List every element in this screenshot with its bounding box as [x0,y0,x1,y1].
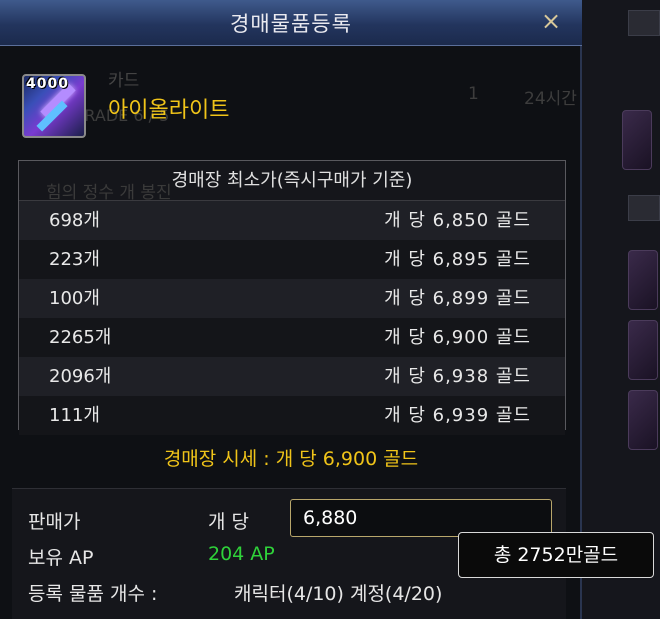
row-count: 2096개 [49,366,112,387]
background-item-name: 카드 [108,71,140,91]
ap-value: 204 AP [208,543,275,565]
background-tab [628,10,660,36]
item-icon: 4000 [22,74,86,138]
background-item-qty: 1 [468,84,479,104]
sale-price-label: 판매가 [28,511,81,533]
row-count: 223개 [49,249,100,270]
background-item-slot [628,390,658,450]
background-item-time: 24시간 [524,89,577,109]
row-price: 개 당 6,899 골드 [384,288,531,309]
row-price: 개 당 6,939 골드 [384,405,531,426]
item-header: 카드 GRADE 6 / 5 1 24시간 4000 아이올라이트 [12,62,577,152]
background-item-slot [622,110,652,170]
table-row: 100개 개 당 6,899 골드 [19,279,565,318]
background-item-name-2: 힘의 정수 개 봉진 [46,183,172,203]
register-count-label: 등록 물품 개수 : [28,583,158,605]
register-count-value: 캐릭터(4/10) 계정(4/20) [234,583,443,605]
auction-register-dialog: 경매물품등록 × 카드 GRADE 6 / 5 1 24시간 4000 아이올라… [0,0,582,619]
row-price: 개 당 6,895 골드 [384,249,531,270]
close-icon[interactable]: × [536,6,566,36]
row-count: 100개 [49,288,100,309]
row-price: 개 당 6,850 골드 [384,210,531,231]
background-item-slot [628,320,658,380]
price-table-body: 698개 개 당 6,850 골드 223개 개 당 6,895 골드 100개… [19,201,565,435]
row-price: 개 당 6,900 골드 [384,327,531,348]
background-tab [628,195,660,221]
table-row: 2265개 개 당 6,900 골드 [19,318,565,357]
table-row: 223개 개 당 6,895 골드 [19,240,565,279]
row-count: 2265개 [49,327,112,348]
background-item-slot [628,250,658,310]
table-row: 2096개 개 당 6,938 골드 [19,357,565,396]
item-name: 아이올라이트 [108,98,230,123]
per-unit-label: 개 당 [208,511,249,533]
item-quantity: 4000 [26,76,69,92]
table-row: 698개 개 당 6,850 골드 [19,201,565,240]
dialog-titlebar[interactable]: 경매물품등록 × [0,0,582,46]
row-price: 개 당 6,938 골드 [384,366,531,387]
market-price: 경매장 시세 : 개 당 6,900 골드 [163,448,419,470]
ap-label: 보유 AP [28,547,94,569]
row-count: 111개 [49,405,100,426]
row-count: 698개 [49,210,100,231]
table-row: 111개 개 당 6,939 골드 [19,396,565,435]
dialog-title: 경매물품등록 [230,12,352,36]
total-price-tooltip: 총 2752만골드 [458,532,654,578]
